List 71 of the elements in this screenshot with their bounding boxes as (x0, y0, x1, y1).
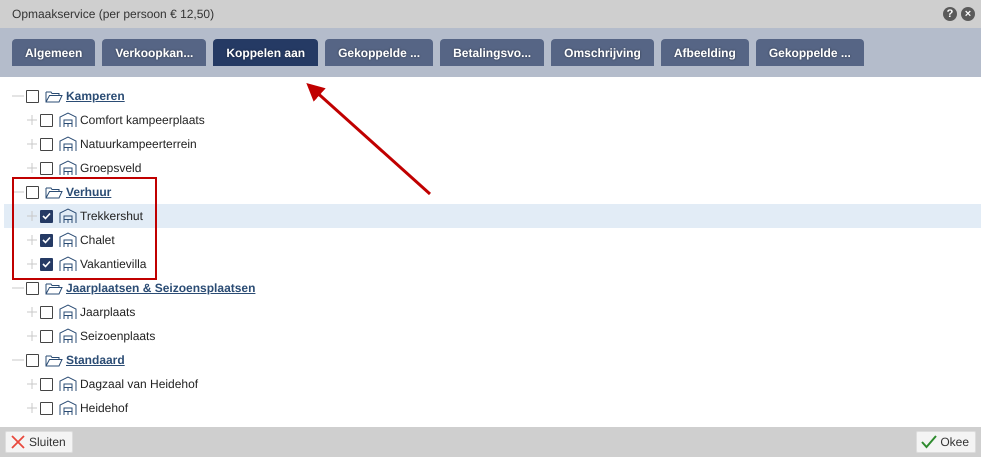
tree-row[interactable]: Standaard (4, 348, 981, 372)
checkbox[interactable] (40, 258, 53, 270)
group-link[interactable]: Standaard (66, 353, 125, 367)
checkbox[interactable] (40, 162, 53, 174)
item-label: Seizoenplaats (80, 329, 156, 343)
tree-row[interactable]: Jaarplaats (4, 300, 981, 324)
tree-row[interactable]: Kamperen (4, 84, 981, 108)
checkbox[interactable] (40, 378, 53, 390)
folder-icon (45, 186, 63, 198)
checkbox[interactable] (40, 114, 53, 126)
item-label: Trekkershut (80, 209, 143, 223)
checkbox[interactable] (26, 90, 39, 102)
folder-icon (45, 282, 63, 294)
close-button[interactable]: × (961, 7, 975, 21)
checkbox[interactable] (26, 186, 39, 198)
close-dialog-button[interactable]: Sluiten (5, 431, 73, 453)
checkbox[interactable] (40, 306, 53, 318)
tab[interactable]: Algemeen (12, 39, 96, 66)
ok-button[interactable]: Okee (916, 431, 976, 453)
tab[interactable]: Betalingsvo... (440, 39, 544, 66)
checkbox[interactable] (40, 330, 53, 342)
checkbox[interactable] (40, 138, 53, 150)
tab[interactable]: Gekoppelde ... (756, 39, 864, 66)
checkbox[interactable] (40, 210, 53, 222)
building-icon (59, 160, 77, 176)
checkbox[interactable] (40, 402, 53, 414)
tab[interactable]: Gekoppelde ... (325, 39, 434, 66)
tree-row[interactable]: Trekkershut (4, 204, 981, 228)
item-label: Dagzaal van Heidehof (80, 377, 198, 391)
building-icon (59, 304, 77, 320)
tab[interactable]: Verkoopkan... (102, 39, 206, 66)
tree-row[interactable]: Seizoenplaats (4, 324, 981, 348)
checkbox[interactable] (26, 282, 39, 294)
item-label: Chalet (80, 233, 115, 247)
building-icon (59, 328, 77, 344)
building-icon (59, 376, 77, 392)
tab[interactable]: Afbeelding (660, 39, 749, 66)
group-link[interactable]: Jaarplaatsen & Seizoensplaatsen (66, 281, 256, 295)
window-title: Opmaakservice (per persoon € 12,50) (12, 7, 216, 21)
help-button[interactable]: ? (943, 7, 957, 21)
tree-row[interactable]: Jaarplaatsen & Seizoensplaatsen (4, 276, 981, 300)
tree-row[interactable]: Groepsveld (4, 156, 981, 180)
checkbox[interactable] (26, 354, 39, 366)
item-label: Jaarplaats (80, 305, 136, 319)
item-label: Natuurkampeerterrein (80, 137, 197, 151)
group-link[interactable]: Verhuur (66, 185, 112, 199)
tree-row[interactable]: Chalet (4, 228, 981, 252)
close-icon (10, 434, 26, 450)
tree-row[interactable]: Comfort kampeerplaats (4, 108, 981, 132)
group-link[interactable]: Kamperen (66, 89, 125, 103)
building-icon (59, 400, 77, 416)
tab[interactable]: Omschrijving (551, 39, 654, 66)
building-icon (59, 208, 77, 224)
item-label: Heidehof (80, 401, 128, 415)
checkbox[interactable] (40, 234, 53, 246)
item-label: Groepsveld (80, 161, 142, 175)
tab[interactable]: Koppelen aan (213, 39, 318, 66)
building-icon (59, 232, 77, 248)
building-icon (59, 136, 77, 152)
tree-row[interactable]: Dagzaal van Heidehof (4, 372, 981, 396)
item-label: Vakantievilla (80, 257, 146, 271)
building-icon (59, 112, 77, 128)
item-label: Comfort kampeerplaats (80, 113, 205, 127)
tree-row[interactable]: Vakantievilla (4, 252, 981, 276)
tree-row[interactable]: Natuurkampeerterrein (4, 132, 981, 156)
folder-icon (45, 354, 63, 366)
folder-icon (45, 90, 63, 102)
tree-row[interactable]: Verhuur (4, 180, 981, 204)
checkmark-icon (921, 435, 938, 449)
building-icon (59, 256, 77, 272)
tree-row[interactable]: Heidehof (4, 396, 981, 420)
